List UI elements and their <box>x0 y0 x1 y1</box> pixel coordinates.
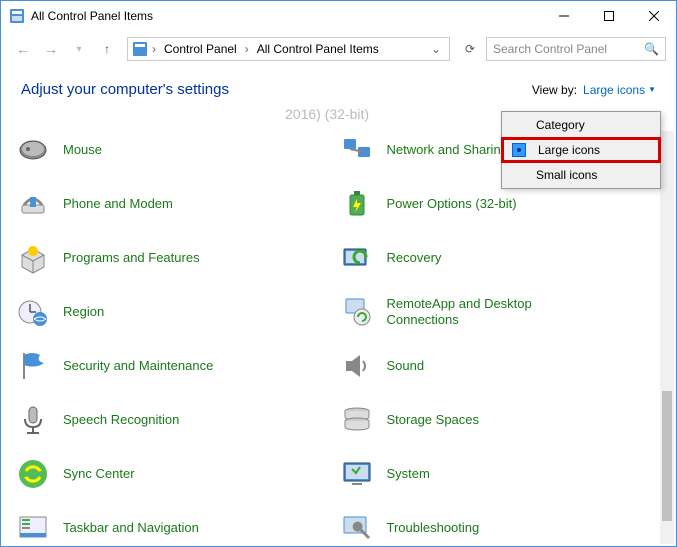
control-panel-icon <box>9 8 25 24</box>
scrollbar-thumb[interactable] <box>662 391 672 521</box>
menu-label: Small icons <box>536 168 597 182</box>
search-placeholder: Search Control Panel <box>493 42 607 56</box>
item-sync[interactable]: Sync Center <box>15 456 339 492</box>
minimize-button[interactable] <box>541 1 586 31</box>
chevron-right-icon[interactable]: › <box>243 42 251 56</box>
item-label: System <box>387 466 430 482</box>
view-by-control: View by: Large icons ▼ <box>532 83 656 97</box>
recent-dropdown[interactable]: ▾ <box>67 37 91 61</box>
view-by-menu: Category Large icons Small icons <box>501 111 661 189</box>
item-phone[interactable]: Phone and Modem <box>15 186 339 222</box>
item-label: Sound <box>387 358 425 374</box>
item-security[interactable]: Security and Maintenance <box>15 348 339 384</box>
recovery-icon <box>339 240 375 276</box>
item-system[interactable]: System <box>339 456 663 492</box>
item-label: Power Options (32-bit) <box>387 196 517 212</box>
content-header: Adjust your computer's settings View by:… <box>1 67 676 106</box>
scrollbar[interactable] <box>660 131 674 544</box>
view-by-label: View by: <box>532 83 577 97</box>
page-title: Adjust your computer's settings <box>21 81 229 98</box>
breadcrumb-all-items[interactable]: All Control Panel Items <box>253 42 383 56</box>
clock-globe-icon <box>15 294 51 330</box>
item-storage[interactable]: Storage Spaces <box>339 402 663 438</box>
item-label: Taskbar and Navigation <box>63 520 199 536</box>
drives-icon <box>339 402 375 438</box>
address-bar[interactable]: › Control Panel › All Control Panel Item… <box>127 37 450 61</box>
item-label: Security and Maintenance <box>63 358 213 374</box>
item-programs[interactable]: Programs and Features <box>15 240 339 276</box>
item-label: Mouse <box>63 142 102 158</box>
item-label: Phone and Modem <box>63 196 173 212</box>
monitor-icon <box>339 456 375 492</box>
close-button[interactable] <box>631 1 676 31</box>
menu-label: Large icons <box>538 143 600 157</box>
breadcrumb-control-panel[interactable]: Control Panel <box>160 42 241 56</box>
item-label: Troubleshooting <box>387 520 480 536</box>
item-label: Sync Center <box>63 466 135 482</box>
item-taskbar[interactable]: Taskbar and Navigation <box>15 510 339 546</box>
remote-icon <box>339 294 375 330</box>
item-mouse[interactable]: Mouse <box>15 132 339 168</box>
menu-item-small-icons[interactable]: Small icons <box>502 162 660 188</box>
item-label: Storage Spaces <box>387 412 480 428</box>
address-icon <box>132 41 148 57</box>
up-button[interactable]: ↑ <box>95 37 119 61</box>
search-input[interactable]: Search Control Panel 🔍 <box>486 37 666 61</box>
mouse-icon <box>15 132 51 168</box>
speaker-icon <box>339 348 375 384</box>
forward-button[interactable]: → <box>39 37 63 61</box>
phone-icon <box>15 186 51 222</box>
menu-item-large-icons[interactable]: Large icons <box>501 137 661 163</box>
view-by-dropdown[interactable]: Large icons ▼ <box>583 83 656 97</box>
item-remoteapp[interactable]: RemoteApp and Desktop Connections <box>339 294 663 330</box>
taskbar-icon <box>15 510 51 546</box>
item-troubleshooting[interactable]: Troubleshooting <box>339 510 663 546</box>
battery-icon <box>339 186 375 222</box>
back-button[interactable]: ← <box>11 37 35 61</box>
network-icon <box>339 132 375 168</box>
selected-indicator-icon <box>512 143 526 157</box>
item-sound[interactable]: Sound <box>339 348 663 384</box>
chevron-down-icon: ▼ <box>648 85 656 94</box>
item-label: Programs and Features <box>63 250 200 266</box>
item-label: Recovery <box>387 250 442 266</box>
item-recovery[interactable]: Recovery <box>339 240 663 276</box>
maximize-button[interactable] <box>586 1 631 31</box>
address-dropdown-icon[interactable]: ⌄ <box>427 42 445 56</box>
wrench-icon <box>339 510 375 546</box>
chevron-right-icon[interactable]: › <box>150 42 158 56</box>
title-bar: All Control Panel Items <box>1 1 676 31</box>
search-icon: 🔍 <box>644 42 659 56</box>
refresh-button[interactable]: ⟳ <box>458 37 482 61</box>
item-speech[interactable]: Speech Recognition <box>15 402 339 438</box>
microphone-icon <box>15 402 51 438</box>
view-by-value: Large icons <box>583 83 645 97</box>
window-title: All Control Panel Items <box>31 9 153 23</box>
sync-icon <box>15 456 51 492</box>
flag-icon <box>15 348 51 384</box>
item-label: RemoteApp and Desktop Connections <box>387 296 557 327</box>
nav-row: ← → ▾ ↑ › Control Panel › All Control Pa… <box>1 31 676 67</box>
menu-label: Category <box>536 118 585 132</box>
item-label: Region <box>63 304 104 320</box>
item-power[interactable]: Power Options (32-bit) <box>339 186 663 222</box>
item-region[interactable]: Region <box>15 294 339 330</box>
menu-item-category[interactable]: Category <box>502 112 660 138</box>
item-label: Speech Recognition <box>63 412 179 428</box>
window-buttons <box>541 1 676 31</box>
box-icon <box>15 240 51 276</box>
